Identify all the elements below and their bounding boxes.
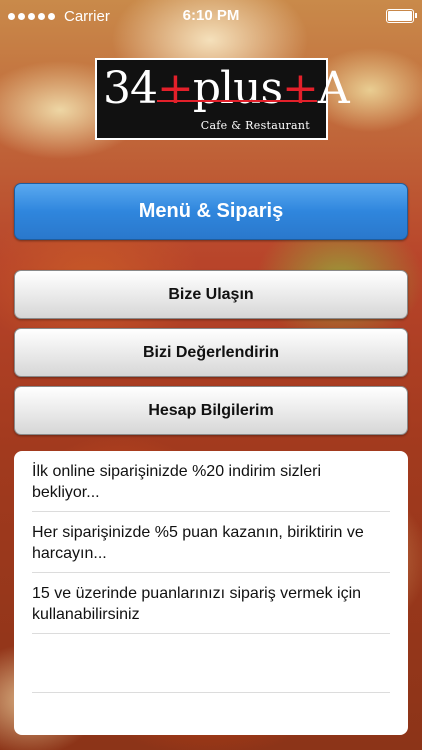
list-item: İlk online siparişinizde %20 indirim siz…	[32, 451, 390, 512]
list-item: 15 ve üzerinde puanlarınızı sipariş verm…	[32, 573, 390, 634]
logo-plus: +	[157, 63, 194, 114]
contact-us-button[interactable]: Bize Ulaşın	[14, 270, 408, 319]
menu-order-label: Menü & Sipariş	[138, 200, 284, 222]
status-bar: Carrier 6:10 PM	[0, 0, 422, 32]
rate-us-button[interactable]: Bizi Değerlendirin	[14, 328, 408, 377]
logo-subtitle: Cafe & Restaurant	[200, 119, 310, 132]
restaurant-logo: 34+plus+A Cafe & Restaurant	[95, 58, 350, 140]
battery-icon	[386, 9, 417, 23]
logo-bridge-line	[157, 100, 317, 102]
menu-order-button[interactable]: Menü & Sipariş	[14, 183, 408, 240]
status-time: 6:10 PM	[182, 7, 240, 24]
logo-plus-2: +	[282, 63, 319, 114]
empty-list-row	[32, 634, 390, 693]
account-info-button[interactable]: Hesap Bilgilerim	[14, 386, 408, 435]
promotions-list[interactable]: İlk online siparişinizde %20 indirim siz…	[14, 451, 408, 735]
contact-us-label: Bize Ulaşın	[168, 285, 254, 303]
logo-wordmark: 34+plus+A	[103, 63, 350, 114]
rate-us-label: Bizi Değerlendirin	[142, 343, 280, 361]
list-item: Her siparişinizde %5 puan kazanın, birik…	[32, 512, 390, 573]
account-info-label: Hesap Bilgilerim	[148, 401, 274, 419]
